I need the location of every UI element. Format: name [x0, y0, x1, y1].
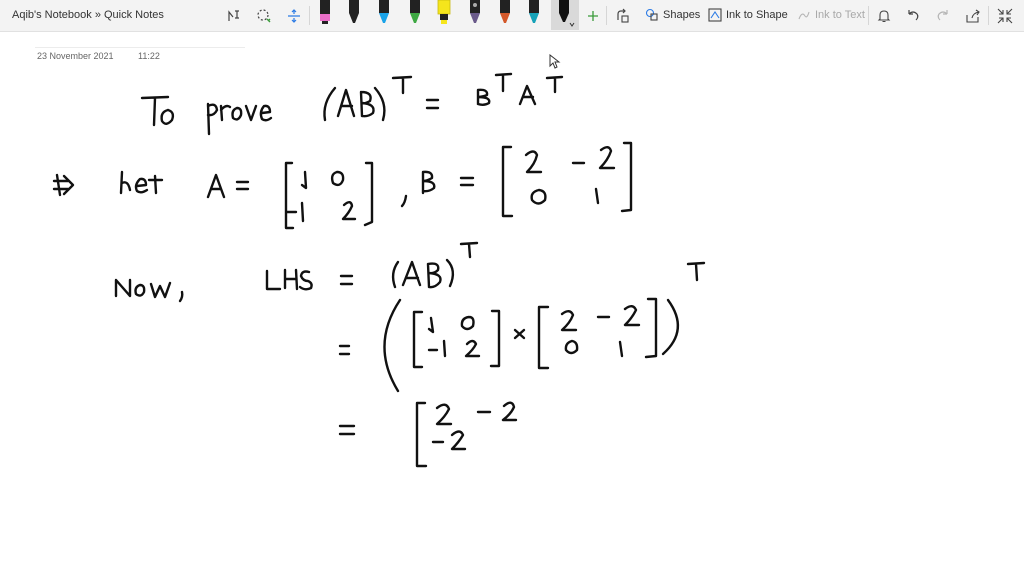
ink-line-result	[338, 401, 518, 468]
ink-canvas[interactable]	[0, 0, 1024, 578]
ink-line-now-lhs	[114, 241, 479, 303]
ink-line-let	[52, 141, 633, 230]
mouse-cursor-icon	[549, 54, 561, 69]
ink-line-to-prove	[140, 72, 564, 136]
